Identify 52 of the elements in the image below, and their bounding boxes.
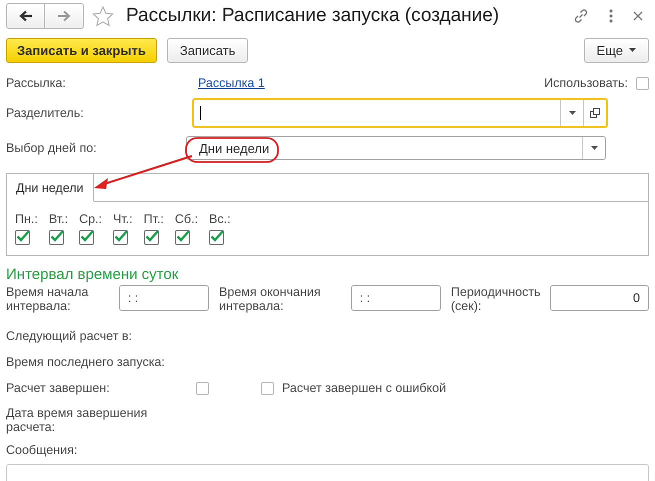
close-icon[interactable] <box>633 11 643 21</box>
field-label: Разделитель: <box>6 106 85 120</box>
days-by-field[interactable]: Дни недели <box>186 136 606 160</box>
checkbox[interactable] <box>15 230 30 245</box>
field-label: Следующий расчет в: <box>6 329 132 343</box>
checkbox[interactable] <box>48 230 64 245</box>
checkbox[interactable] <box>144 230 159 245</box>
day-label: Пт.: <box>144 212 164 226</box>
field-label: Периодичность (сек): <box>450 285 542 313</box>
checkbox[interactable] <box>209 230 224 245</box>
arrow-right-icon <box>57 10 71 22</box>
checkbox[interactable] <box>196 382 209 394</box>
checkbox[interactable] <box>261 382 274 394</box>
arrow-left-icon <box>18 10 32 22</box>
open-icon[interactable] <box>590 108 600 118</box>
section-heading: Интервал времени суток <box>5 265 180 285</box>
period-field[interactable]: 0 <box>550 285 649 311</box>
dropdown-icon[interactable] <box>568 111 576 115</box>
save-and-close-button[interactable]: Записать и закрыть <box>6 38 157 62</box>
time-field[interactable]: : : <box>118 285 210 311</box>
separator-field[interactable] <box>192 98 608 128</box>
mailing-link[interactable]: Рассылка 1 <box>198 76 265 90</box>
field-label: Расчет завершен: <box>6 381 111 395</box>
checkbox[interactable] <box>79 230 94 245</box>
day-label: Вс.: <box>209 212 231 226</box>
back-button[interactable] <box>6 3 45 29</box>
star-icon[interactable] <box>92 6 114 26</box>
checkbox[interactable] <box>174 230 190 245</box>
day-label: Сб.: <box>174 212 198 226</box>
checkbox[interactable] <box>113 230 128 245</box>
field-label: Рассылка: <box>6 76 67 90</box>
checkbox-label: Расчет завершен с ошибкой <box>282 381 446 395</box>
day-label: Пн.: <box>15 212 38 226</box>
caret-icon <box>629 48 636 52</box>
field-label: Сообщения: <box>6 443 78 457</box>
field-label: Время окончания интервала: <box>219 285 322 313</box>
dropdown-icon[interactable] <box>590 146 598 150</box>
field-label: Время начала интервала: <box>6 285 90 313</box>
link-icon[interactable] <box>573 8 589 24</box>
field-label: Использовать: <box>544 76 628 90</box>
field-label: Время последнего запуска: <box>6 355 165 369</box>
more-icon[interactable] <box>609 9 613 23</box>
window-title: Рассылки: Расписание запуска (создание) <box>126 5 500 27</box>
checkbox[interactable] <box>636 76 649 90</box>
day-label: Чт.: <box>113 212 133 226</box>
save-button[interactable]: Записать <box>166 38 248 62</box>
time-field[interactable]: : : <box>350 285 441 311</box>
day-label: Ср.: <box>79 212 102 226</box>
field-label: Выбор дней по: <box>6 141 98 155</box>
field-label: Дата время завершения расчета: <box>6 406 148 434</box>
more-button[interactable]: Еще <box>584 38 649 62</box>
day-label: Вт.: <box>48 212 68 226</box>
